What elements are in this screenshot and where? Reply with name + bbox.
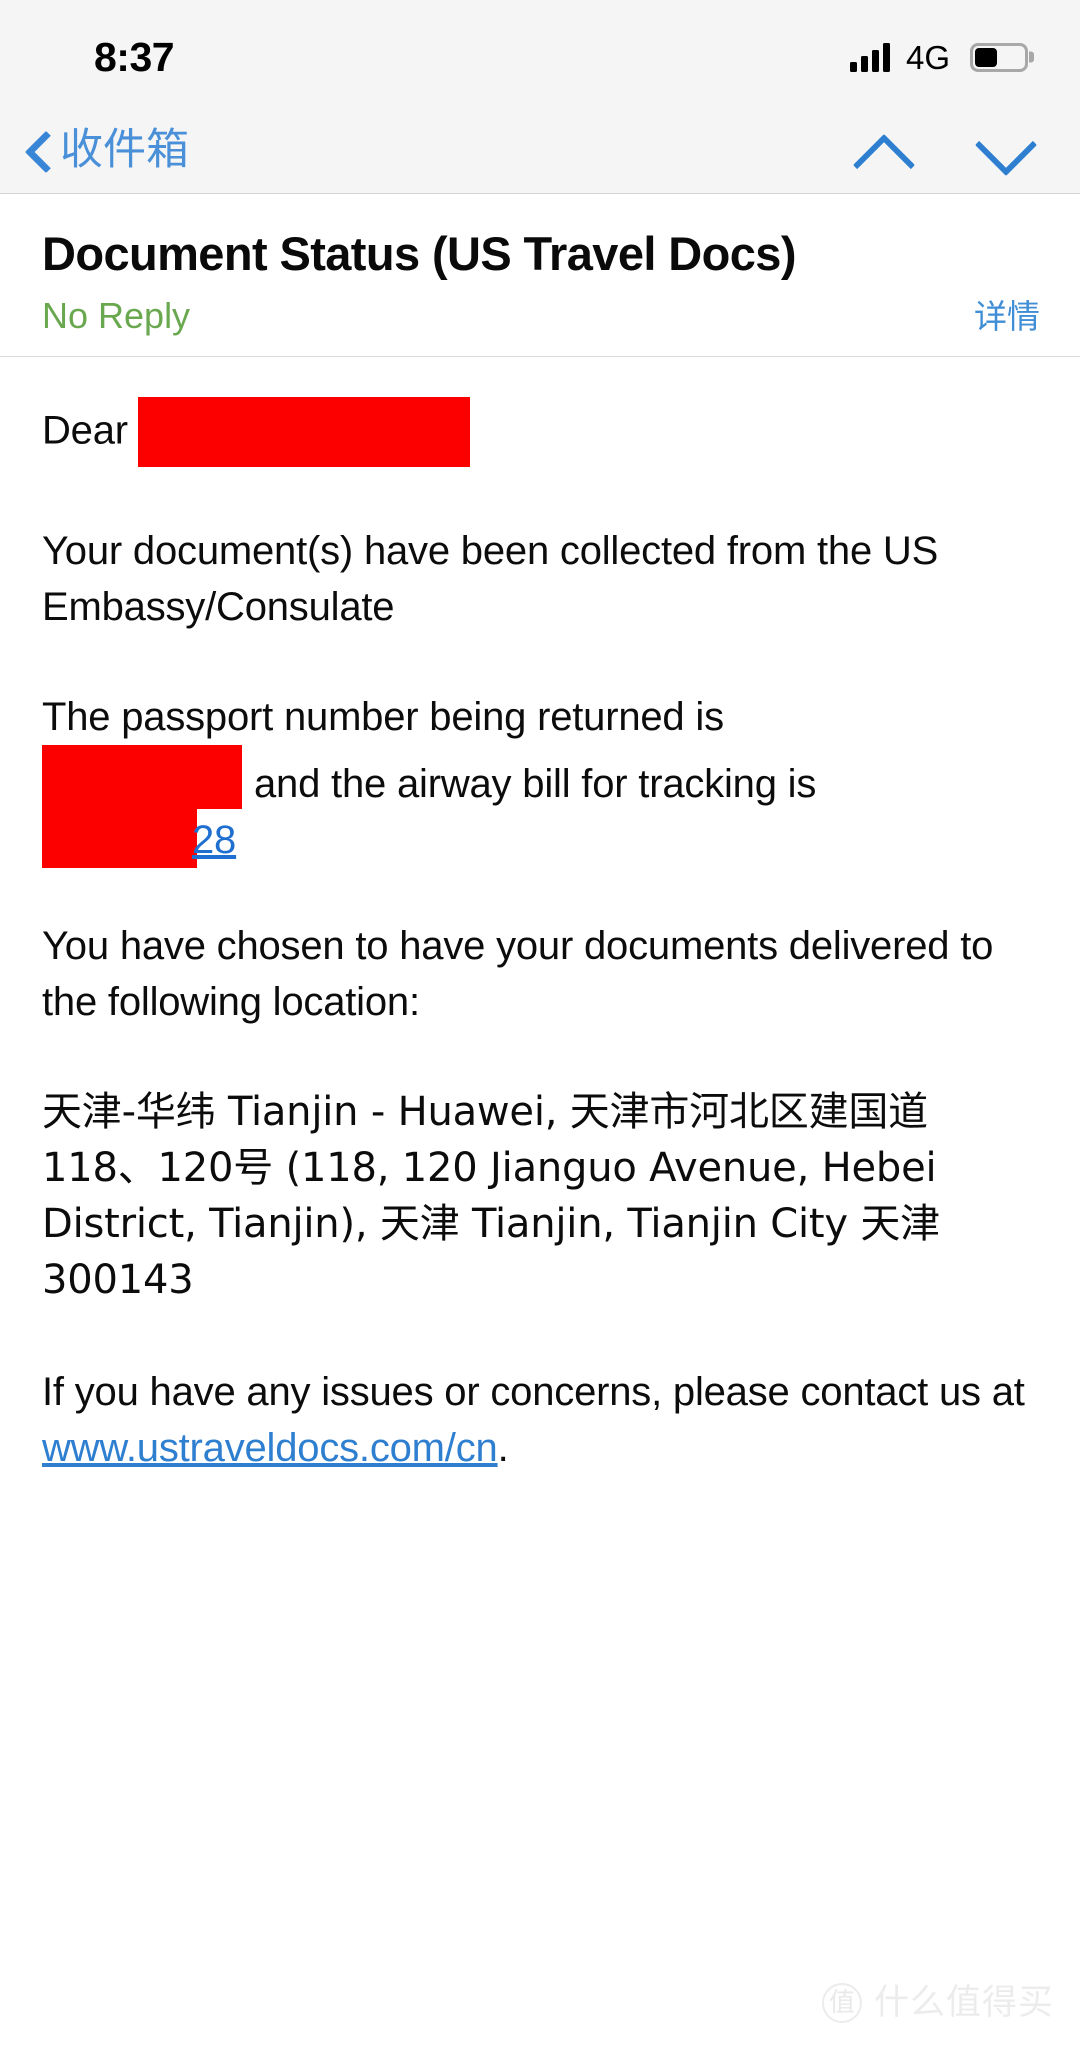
greeting-paragraph: Dear: [42, 396, 1040, 469]
redacted-passport-number: [42, 744, 242, 809]
email-body: Dear Your document(s) have been collecte…: [0, 357, 1080, 1476]
contact-tail-text: .: [497, 1425, 509, 1470]
navigation-bar: 收件箱: [0, 108, 1080, 194]
delivery-address: 天津-华纬 Tianjin - Huawei, 天津市河北区建国道118、120…: [42, 1088, 940, 1303]
redacted-recipient-name: [137, 396, 470, 467]
passport-tail-text: and the airway bill for tracking is: [254, 761, 817, 806]
airway-bill-link[interactable]: 28: [192, 812, 236, 868]
status-bar-time: 8:37: [94, 33, 175, 80]
email-details-button[interactable]: 详情: [974, 300, 1040, 333]
smzdm-watermark: 值 什么值得买: [821, 1982, 1054, 2023]
chevron-up-icon[interactable]: [846, 121, 916, 181]
message-navigation-controls: [846, 121, 1044, 181]
chevron-left-icon: [22, 128, 56, 174]
email-subject: Document Status (US Travel Docs): [42, 227, 796, 280]
email-meta-row: No Reply 详情: [42, 294, 1040, 336]
email-header: Document Status (US Travel Docs) No Repl…: [0, 194, 1080, 357]
back-to-inbox-label: 收件箱: [60, 125, 189, 175]
greeting-prefix: Dear: [42, 408, 128, 453]
airway-bill-line: 28: [42, 805, 1040, 868]
back-to-inbox-button[interactable]: 收件箱: [22, 128, 189, 174]
collected-paragraph: Your document(s) have been collected fro…: [42, 528, 939, 629]
contact-paragraph: If you have any issues or concerns, plea…: [42, 1364, 1040, 1476]
status-bar-indicators: 4G: [849, 35, 1028, 76]
watermark-text: 什么值得买: [873, 1982, 1054, 2023]
signal-bars-icon: [849, 42, 890, 72]
delivery-paragraph: You have chosen to have your documents d…: [42, 923, 994, 1024]
email-sender: No Reply: [42, 294, 191, 336]
contact-lead-text: If you have any issues or concerns, plea…: [42, 1369, 1025, 1414]
phone-screen: 8:37 4G 收件箱 Document Status (US Travel D…: [0, 0, 1080, 2045]
passport-paragraph: The passport number being returned is an…: [42, 689, 1040, 868]
ustraveldocs-link[interactable]: www.ustraveldocs.com/cn: [42, 1426, 498, 1470]
chevron-down-icon[interactable]: [968, 121, 1038, 181]
status-bar: 8:37 4G: [0, 0, 1080, 108]
redacted-airway-bill: [42, 805, 197, 868]
watermark-badge: 值: [821, 1983, 862, 2023]
passport-lead-text: The passport number being returned is: [42, 694, 724, 739]
battery-icon: [970, 42, 1028, 72]
network-type-label: 4G: [905, 38, 950, 76]
